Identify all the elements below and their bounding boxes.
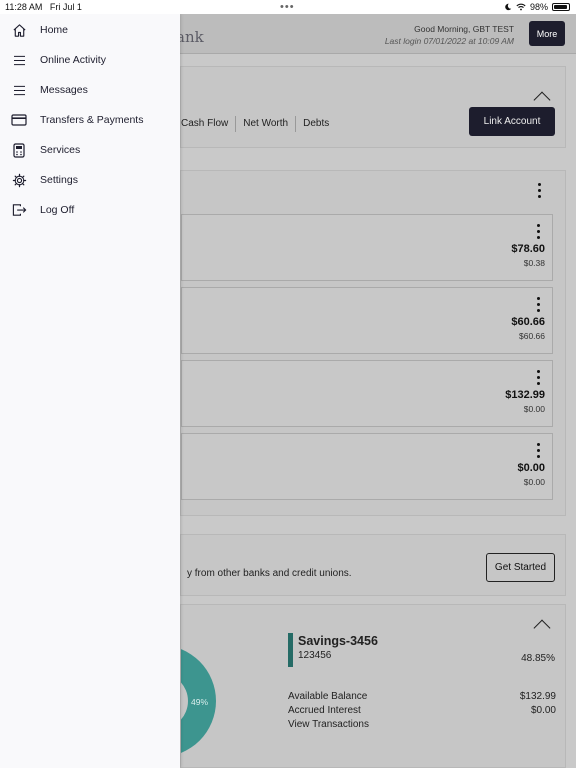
menu-item-home[interactable]: Home [0, 15, 180, 45]
view-transactions-link[interactable]: View Transactions [288, 719, 369, 730]
menu-item-messages[interactable]: Messages [0, 75, 180, 105]
status-bar: 11:28 AM Fri Jul 1 ••• 98% [0, 0, 576, 14]
available-balance-label: Available Balance [288, 691, 368, 702]
account-sub-balance: $0.38 [523, 258, 545, 268]
overview-card: Cash Flow Net Worth Debts Link Account [180, 66, 566, 148]
last-login: Last login 07/01/2022 at 10:09 AM [384, 36, 514, 46]
menu-item-services[interactable]: Services [0, 135, 180, 165]
accrued-interest-value: $0.00 [530, 705, 556, 716]
status-time: 11:28 AM Fri Jul 1 [5, 2, 82, 12]
account-tile[interactable]: $60.66 $60.66 [181, 287, 553, 354]
get-started-button[interactable]: Get Started [486, 553, 555, 582]
available-balance-value: $132.99 [519, 691, 556, 702]
savings-account-name[interactable]: Savings-3456 [298, 634, 378, 648]
greeting: Good Morning, GBT TEST Last login 07/01/… [385, 23, 514, 47]
menu-item-online-activity[interactable]: Online Activity [0, 45, 180, 75]
wifi-icon [516, 3, 526, 11]
menu-lines-icon [11, 82, 27, 98]
account-menu-icon[interactable] [536, 370, 540, 388]
status-icons: 98% [504, 2, 570, 12]
bank-logo[interactable]: ank [176, 28, 204, 46]
greeting-text: Good Morning, GBT TEST [414, 24, 514, 34]
account-balance: $0.00 [517, 462, 545, 474]
menu-item-label: Online Activity [40, 54, 106, 66]
menu-item-label: Services [40, 144, 81, 156]
available-balance-row: Available Balance $132.99 [288, 691, 556, 702]
savings-account-number: 123456 [298, 650, 332, 661]
tab-net-worth[interactable]: Net Worth [236, 116, 297, 132]
menu-item-label: Settings [40, 174, 78, 186]
savings-donut-chart: 49% [181, 649, 216, 753]
menu-item-label: Transfers & Payments [40, 114, 144, 126]
battery-percent: 98% [529, 2, 548, 12]
external-accounts-text: y from other banks and credit unions. [187, 568, 352, 579]
savings-percent: 48.85% [521, 653, 555, 664]
account-menu-icon[interactable] [536, 297, 540, 315]
tab-cash-flow[interactable]: Cash Flow [181, 116, 237, 132]
account-tile[interactable]: $78.60 $0.38 [181, 214, 553, 281]
donut-percent-label: 49% [191, 697, 208, 707]
logout-icon [11, 202, 27, 218]
accounts-menu-icon[interactable] [537, 183, 541, 201]
battery-icon [552, 3, 570, 11]
accrued-interest-row: Accrued Interest $0.00 [288, 705, 556, 716]
external-accounts-card: y from other banks and credit unions. Ge… [180, 534, 566, 596]
multitask-dots[interactable]: ••• [280, 1, 295, 13]
savings-accent-bar [288, 633, 293, 667]
menu-lines-icon [11, 52, 27, 68]
savings-card: 49% Savings-3456 123456 48.85% Available… [180, 604, 566, 768]
account-tile[interactable]: $0.00 $0.00 [181, 433, 553, 500]
view-transactions-row[interactable]: View Transactions [288, 719, 556, 730]
menu-item-label: Messages [40, 84, 88, 96]
navigation-drawer: Home Online Activity Messages Transfers … [0, 14, 180, 768]
gear-icon [11, 172, 27, 188]
tab-debts[interactable]: Debts [296, 116, 336, 132]
account-menu-icon[interactable] [536, 224, 540, 242]
account-tile[interactable]: $132.99 $0.00 [181, 360, 553, 427]
overview-tabs: Cash Flow Net Worth Debts [181, 116, 336, 132]
account-sub-balance: $0.00 [523, 477, 545, 487]
account-sub-balance: $0.00 [523, 404, 545, 414]
account-balance: $78.60 [511, 243, 545, 255]
home-icon [11, 22, 27, 38]
menu-item-label: Home [40, 24, 69, 36]
menu-item-label: Log Off [40, 204, 75, 216]
account-balance: $132.99 [505, 389, 545, 401]
moon-icon [505, 3, 512, 11]
account-menu-icon[interactable] [536, 443, 540, 461]
account-sub-balance: $60.66 [519, 331, 545, 341]
collapse-chevron-icon[interactable] [533, 91, 551, 109]
account-balance: $60.66 [511, 316, 545, 328]
more-button[interactable]: More [529, 21, 565, 46]
menu-item-settings[interactable]: Settings [0, 165, 180, 195]
accounts-card: $78.60 $0.38 $60.66 $60.66 $132.99 $0.00… [180, 170, 566, 516]
link-account-button[interactable]: Link Account [469, 107, 555, 136]
menu-item-transfers-payments[interactable]: Transfers & Payments [0, 105, 180, 135]
calculator-icon [11, 142, 27, 158]
accrued-interest-label: Accrued Interest [288, 705, 361, 716]
menu-item-log-off[interactable]: Log Off [0, 195, 180, 225]
collapse-chevron-icon[interactable] [533, 619, 551, 637]
credit-card-icon [11, 112, 27, 128]
